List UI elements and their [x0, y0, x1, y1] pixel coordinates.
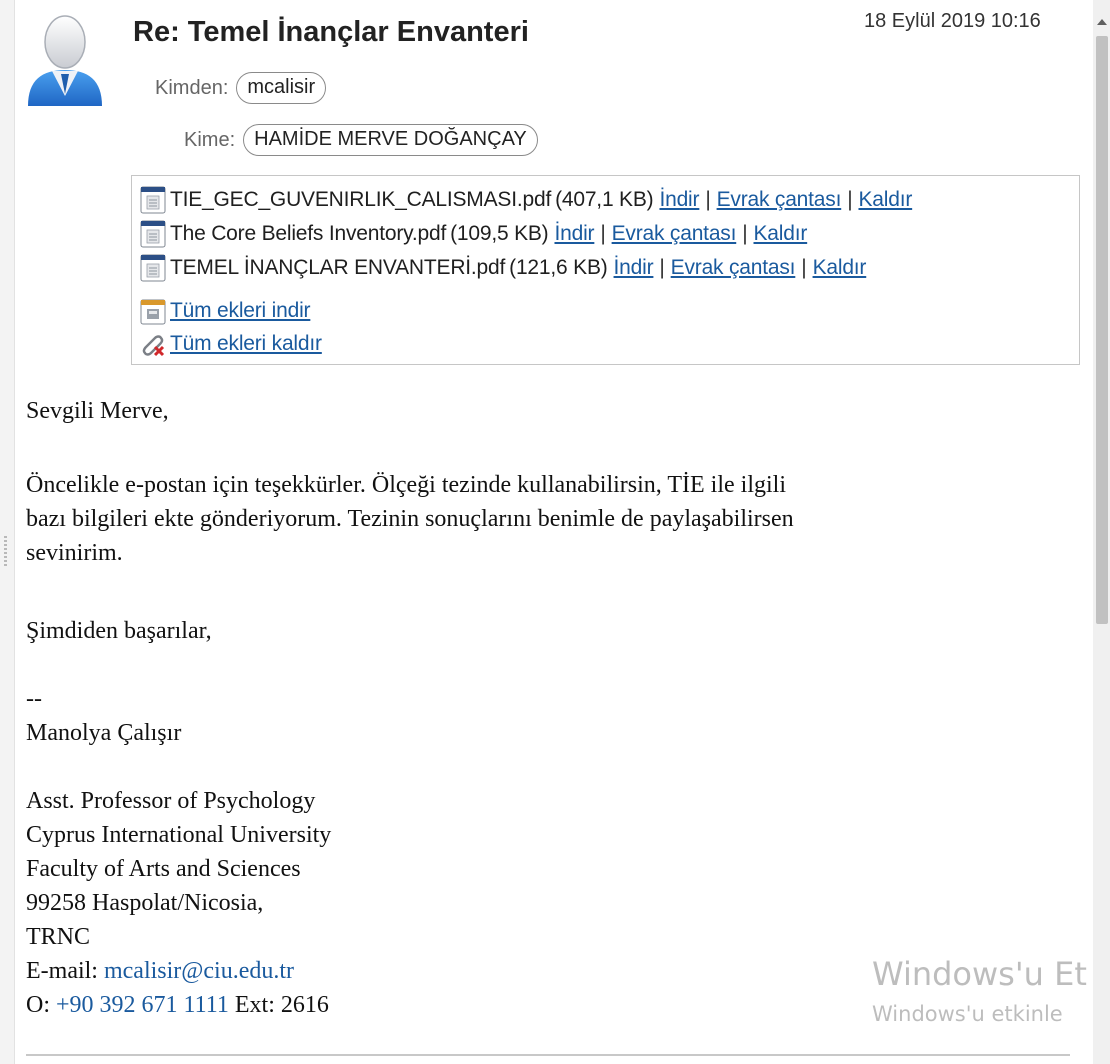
- pdf-file-icon: [140, 186, 166, 214]
- attachment-row: TIE_GEC_GUVENIRLIK_CALISMASI.pdf (407,1 …: [140, 186, 912, 214]
- signature-spacer: [26, 750, 331, 784]
- to-label: Kime:: [184, 128, 236, 151]
- link-separator: |: [600, 222, 606, 245]
- scrollbar-thumb[interactable]: [1096, 36, 1108, 624]
- download-link[interactable]: İndir: [554, 222, 594, 246]
- greeting: Sevgili Merve,: [26, 398, 169, 424]
- signature-title: Asst. Professor of Psychology: [26, 788, 316, 814]
- briefcase-link[interactable]: Evrak çantası: [717, 188, 842, 212]
- pdf-file-icon: [140, 220, 166, 248]
- signature-country: TRNC: [26, 924, 91, 950]
- phone-label: O:: [26, 992, 50, 1018]
- briefcase-link[interactable]: Evrak çantası: [612, 222, 737, 246]
- attachments-panel: TIE_GEC_GUVENIRLIK_CALISMASI.pdf (407,1 …: [131, 175, 1080, 365]
- message-paragraph: Öncelikle e-postan için teşekkürler. Ölç…: [26, 468, 794, 570]
- scroll-up-icon[interactable]: [1093, 14, 1110, 30]
- closing: Şimdiden başarılar,: [26, 618, 212, 644]
- signature-address: 99258 Haspolat/Nicosia,: [26, 890, 264, 916]
- remove-link[interactable]: Kaldır: [858, 188, 912, 212]
- sender-chip[interactable]: mcalisir: [236, 72, 327, 104]
- attachment-size: (121,6 KB): [509, 256, 608, 279]
- signature-dashes: --: [26, 686, 42, 712]
- activation-watermark-subtitle: Windows'u etkinle: [872, 1002, 1063, 1026]
- signature-phone-line: O: +90 392 671 1111 Ext: 2616: [26, 988, 331, 1022]
- link-separator: |: [705, 188, 711, 211]
- attachment-row: TEMEL İNANÇLAR ENVANTERİ.pdf (121,6 KB) …: [140, 254, 866, 282]
- signature: -- Manolya Çalışır Asst. Professor of Ps…: [26, 682, 331, 1022]
- activation-watermark-title: Windows'u Et: [872, 955, 1087, 993]
- user-avatar-icon: [28, 15, 102, 106]
- attachment-name: TEMEL İNANÇLAR ENVANTERİ.pdf: [170, 256, 506, 279]
- briefcase-link[interactable]: Evrak çantası: [671, 256, 796, 280]
- link-separator: |: [847, 188, 853, 211]
- paperclip-remove-icon: [140, 330, 166, 358]
- link-separator: |: [801, 256, 807, 279]
- remove-link[interactable]: Kaldır: [813, 256, 867, 280]
- email-link[interactable]: mcalisir@ciu.edu.tr: [104, 958, 294, 984]
- email-date: 18 Eylül 2019 10:16: [864, 10, 1041, 32]
- email-subject: Re: Temel İnançlar Envanteri: [133, 16, 529, 48]
- reading-pane-splitter[interactable]: [0, 0, 15, 1064]
- signature-email-line: E-mail: mcalisir@ciu.edu.tr: [26, 954, 331, 988]
- paragraph-line: bazı bilgileri ekte gönderiyorum. Tezini…: [26, 506, 794, 532]
- remove-all-row: Tüm ekleri kaldır: [140, 330, 322, 358]
- signature-divider: [26, 1054, 1070, 1056]
- sender-avatar: [22, 8, 108, 108]
- recipient-chip[interactable]: HAMİDE MERVE DOĞANÇAY: [243, 124, 538, 156]
- from-row: Kimden: mcalisir: [155, 72, 327, 104]
- vertical-scrollbar[interactable]: [1093, 0, 1110, 1064]
- signature-name: Manolya Çalışır: [26, 720, 182, 746]
- download-link[interactable]: İndir: [614, 256, 654, 280]
- attachment-row: The Core Beliefs Inventory.pdf (109,5 KB…: [140, 220, 807, 248]
- attachment-name: TIE_GEC_GUVENIRLIK_CALISMASI.pdf: [170, 188, 552, 211]
- download-all-row: Tüm ekleri indir: [140, 297, 311, 325]
- download-link[interactable]: İndir: [659, 188, 699, 212]
- link-separator: |: [742, 222, 748, 245]
- signature-faculty: Faculty of Arts and Sciences: [26, 856, 301, 882]
- email-label: E-mail:: [26, 958, 98, 984]
- remove-all-link[interactable]: Tüm ekleri kaldır: [170, 332, 322, 356]
- signature-university: Cyprus International University: [26, 822, 332, 848]
- to-row: Kime: HAMİDE MERVE DOĞANÇAY: [184, 124, 538, 156]
- phone-link[interactable]: +90 392 671 1111: [56, 992, 229, 1018]
- paragraph-line: Öncelikle e-postan için teşekkürler. Ölç…: [26, 472, 786, 498]
- remove-link[interactable]: Kaldır: [754, 222, 808, 246]
- attachment-size: (109,5 KB): [450, 222, 549, 245]
- link-separator: |: [659, 256, 665, 279]
- download-all-icon: [140, 297, 166, 325]
- from-label: Kimden:: [155, 76, 229, 99]
- splitter-grip-icon[interactable]: [4, 536, 7, 566]
- attachment-size: (407,1 KB): [555, 188, 654, 211]
- attachment-name: The Core Beliefs Inventory.pdf: [170, 222, 447, 245]
- download-all-link[interactable]: Tüm ekleri indir: [170, 299, 311, 323]
- paragraph-line: sevinirim.: [26, 540, 123, 566]
- phone-extension: Ext: 2616: [234, 992, 329, 1018]
- pdf-file-icon: [140, 254, 166, 282]
